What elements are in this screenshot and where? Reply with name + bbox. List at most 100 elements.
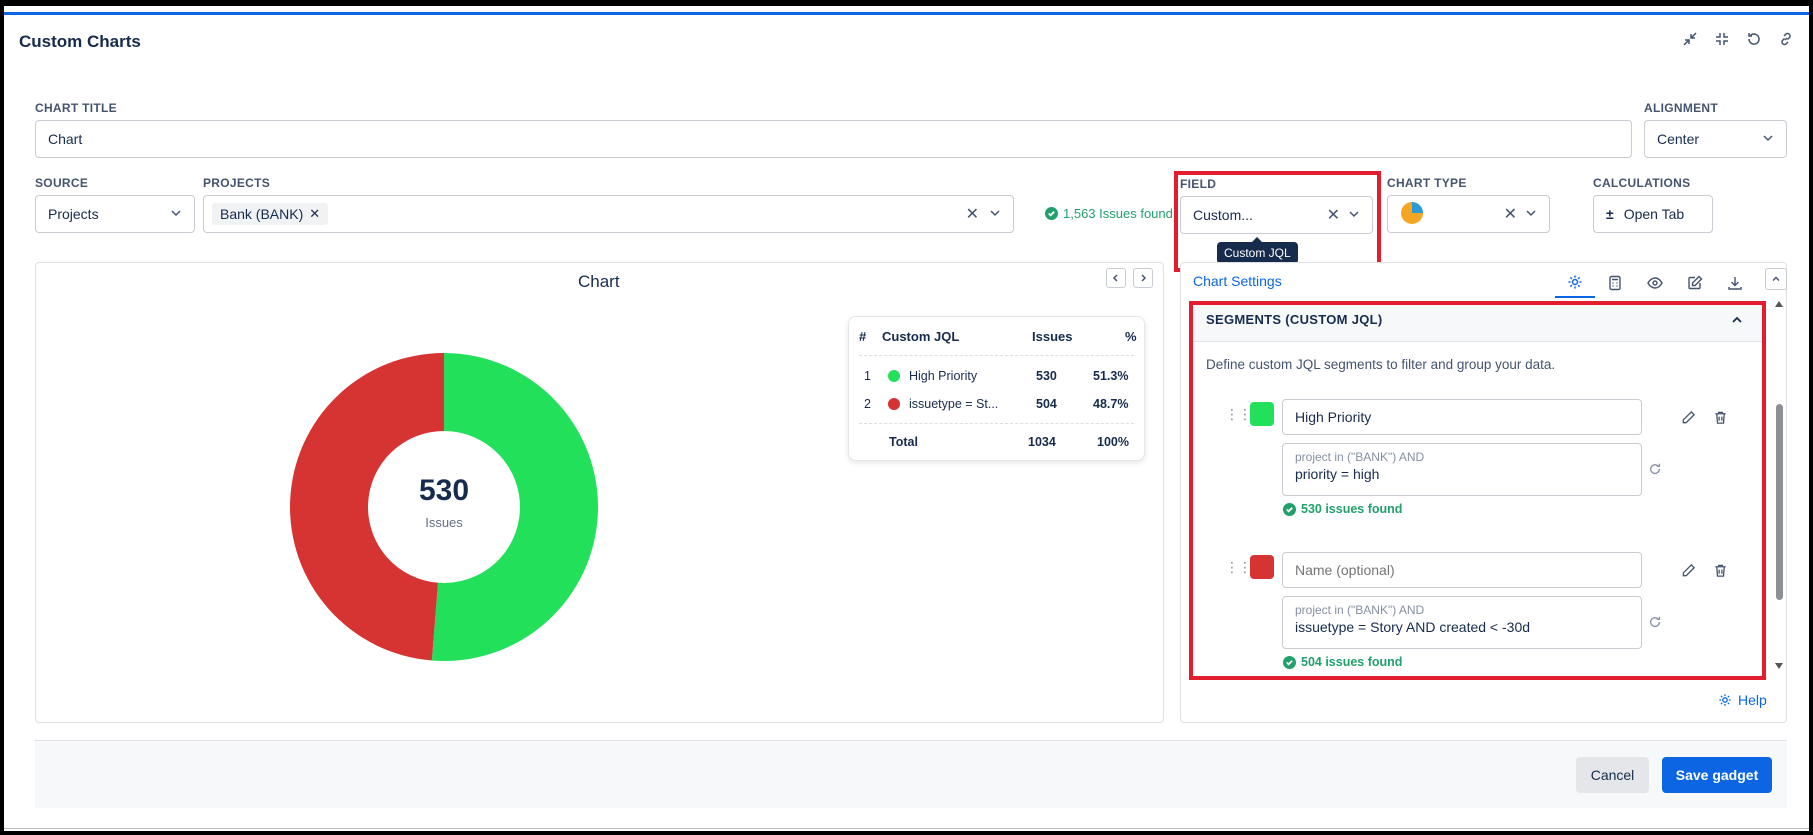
segment-color-swatch[interactable] (1250, 402, 1274, 426)
legend-row-num: 2 (864, 397, 871, 411)
refresh-icon[interactable] (1745, 30, 1763, 48)
chevron-down-icon (170, 206, 182, 222)
segment-name-value: High Priority (1295, 409, 1372, 425)
plus-minus-icon: ± (1606, 206, 1614, 222)
legend-divider (859, 423, 1134, 424)
scroll-down-icon (1775, 663, 1783, 669)
cancel-button[interactable]: Cancel (1576, 757, 1649, 793)
scrollbar-thumb[interactable] (1776, 404, 1783, 600)
footer-bar (35, 740, 1787, 808)
collapse-icon[interactable] (1713, 30, 1731, 48)
refresh-icon[interactable] (1646, 460, 1664, 478)
segment-name-input[interactable] (1282, 552, 1642, 588)
source-value: Projects (48, 206, 99, 222)
legend-row-pct: 48.7% (1093, 397, 1129, 411)
help-label: Help (1738, 692, 1767, 708)
legend-row-issues: 504 (1036, 397, 1057, 411)
segments-header: SEGMENTS (CUSTOM JQL) (1206, 312, 1383, 327)
prev-button[interactable] (1106, 268, 1126, 288)
calculations-label: CALCULATIONS (1593, 176, 1691, 190)
segment-name-input[interactable]: High Priority (1282, 399, 1642, 435)
segment-found-text: 530 issues found (1301, 502, 1403, 516)
open-tab-button[interactable]: ± Open Tab (1593, 195, 1713, 233)
donut-center-value: 530 (418, 474, 470, 507)
legend-header-issues: Issues (1032, 329, 1073, 344)
projects-multiselect[interactable]: Bank (BANK) ✕ ✕ (203, 195, 1014, 233)
legend-total-issues: 1034 (1028, 435, 1056, 449)
calculator-icon[interactable] (1595, 268, 1635, 298)
chevron-up-icon[interactable] (1730, 313, 1744, 330)
segment-found-text: 504 issues found (1301, 655, 1403, 669)
legend-table: # Custom JQL Issues % 1 High Priority 53… (848, 316, 1145, 461)
window-controls (1681, 30, 1795, 48)
segment-jql-input[interactable]: project in ("BANK") AND priority = high (1282, 443, 1642, 496)
chevron-down-icon (989, 206, 1001, 222)
check-circle-icon (1283, 502, 1296, 516)
eye-icon[interactable] (1635, 268, 1675, 298)
chevron-down-icon (1525, 206, 1537, 222)
refresh-icon[interactable] (1646, 613, 1664, 631)
segment-jql-input[interactable]: project in ("BANK") AND issuetype = Stor… (1282, 596, 1642, 649)
chart-title-value: Chart (48, 131, 83, 147)
chevron-right-icon (1141, 274, 1147, 282)
chart-settings-title[interactable]: Chart Settings (1193, 273, 1282, 289)
minimize-icon[interactable] (1681, 30, 1699, 48)
projects-label: PROJECTS (203, 176, 271, 190)
chart-title-input[interactable]: Chart (35, 120, 1632, 158)
legend-row-pct: 51.3% (1093, 369, 1129, 383)
pie-chart-icon (1400, 201, 1424, 228)
drag-handle-icon[interactable]: ⋮⋮ (1225, 559, 1252, 576)
pencil-icon[interactable] (1679, 408, 1697, 426)
highlight-field (1174, 171, 1381, 272)
save-gadget-button[interactable]: Save gadget (1662, 757, 1772, 793)
source-select[interactable]: Projects (35, 195, 195, 233)
legend-row-issues: 530 (1036, 369, 1057, 383)
alignment-label: ALIGNMENT (1644, 101, 1719, 115)
segment-color-swatch[interactable] (1250, 555, 1274, 579)
issues-found-status: 1,563 Issues found (1045, 206, 1173, 221)
chart-title-label: CHART TITLE (35, 101, 117, 115)
clear-icon[interactable]: ✕ (1504, 204, 1517, 224)
legend-divider (859, 355, 1134, 356)
trash-icon[interactable] (1711, 408, 1729, 426)
project-tag: Bank (BANK) ✕ (212, 203, 329, 225)
collapse-panel-icon[interactable] (1765, 268, 1787, 290)
jql-prefix: project in ("BANK") AND (1295, 603, 1425, 617)
source-label: SOURCE (35, 176, 89, 190)
legend-row-name: issuetype = St... (909, 397, 999, 411)
jql-prefix: project in ("BANK") AND (1295, 450, 1425, 464)
issues-found-text: 1,563 Issues found (1063, 206, 1173, 221)
help-link[interactable]: Help (1718, 692, 1767, 708)
remove-tag-icon[interactable]: ✕ (309, 206, 320, 222)
check-circle-icon (1283, 655, 1296, 669)
settings-tabs (1555, 268, 1787, 298)
legend-row-name: High Priority (909, 369, 978, 383)
legend-header-num: # (859, 329, 867, 344)
legend-total-label: Total (889, 435, 918, 449)
pencil-icon[interactable] (1679, 561, 1697, 579)
alignment-select[interactable]: Center (1644, 120, 1787, 158)
alignment-value: Center (1657, 131, 1700, 147)
segment-found-status: 530 issues found (1283, 502, 1402, 516)
legend-header-name: Custom JQL (882, 329, 960, 344)
segments-description: Define custom JQL segments to filter and… (1206, 357, 1556, 372)
legend-color-dot (888, 398, 900, 410)
chart-type-select[interactable]: ✕ (1387, 195, 1550, 233)
bottom-divider (4, 828, 1809, 829)
settings-gear-icon[interactable] (1555, 268, 1595, 298)
gear-icon (1719, 694, 1731, 706)
scroll-up-icon (1775, 301, 1783, 307)
legend-header-pct: % (1125, 329, 1137, 344)
clear-icon[interactable]: ✕ (966, 204, 979, 224)
chart-heading: Chart (578, 272, 620, 291)
drag-handle-icon[interactable]: ⋮⋮ (1225, 406, 1252, 423)
legend-row-num: 1 (864, 369, 871, 383)
trash-icon[interactable] (1711, 561, 1729, 579)
download-icon[interactable] (1715, 268, 1755, 298)
top-accent-line (4, 12, 1809, 15)
segment-found-status: 504 issues found (1283, 655, 1402, 669)
next-button[interactable] (1133, 268, 1153, 288)
chart-type-label: CHART TYPE (1387, 176, 1467, 190)
edit-icon[interactable] (1675, 268, 1715, 298)
link-icon[interactable] (1777, 30, 1795, 48)
